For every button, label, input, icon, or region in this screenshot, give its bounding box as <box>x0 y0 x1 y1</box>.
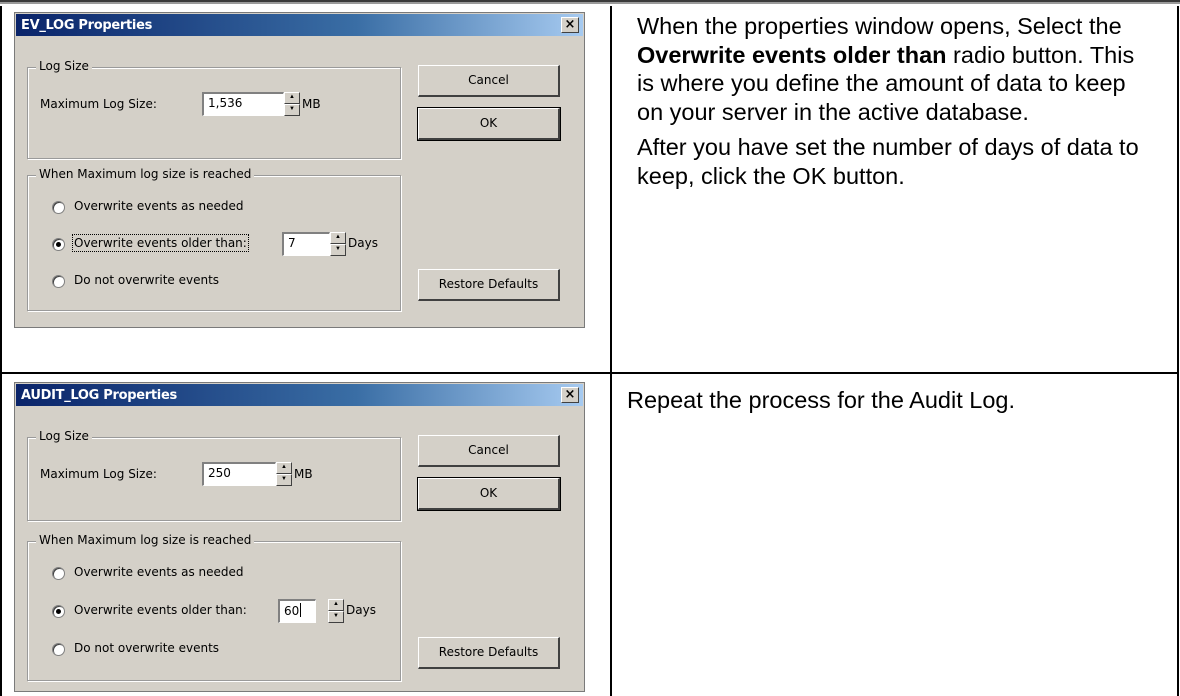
restore-defaults-button[interactable]: Restore Defaults <box>418 269 560 301</box>
max-log-size-spinner[interactable]: ▲ ▼ <box>284 92 300 116</box>
spin-up-icon[interactable]: ▲ <box>276 462 292 474</box>
overwrite-older-label[interactable]: Overwrite events older than: <box>72 234 249 252</box>
close-icon[interactable]: × <box>561 387 579 403</box>
days-unit-label: Days <box>348 236 378 250</box>
max-log-size-input[interactable]: 1,536 <box>202 92 284 116</box>
overwrite-as-needed-radio[interactable] <box>52 201 65 214</box>
when-max-reached-group: When Maximum log size is reached Overwri… <box>27 533 401 681</box>
ok-button[interactable]: OK <box>417 477 561 511</box>
dialog-title: AUDIT_LOG Properties <box>21 388 177 403</box>
instructions-step-1: When the properties window opens, Select… <box>637 12 1157 190</box>
dialog-titlebar: EV_LOG Properties × <box>16 14 583 36</box>
instruction-paragraph-2: After you have set the number of days of… <box>637 134 1139 189</box>
instruction-paragraph: When the properties window opens, Select… <box>637 12 1157 126</box>
overwrite-older-radio[interactable] <box>52 605 65 618</box>
do-not-overwrite-radio[interactable] <box>52 643 65 656</box>
cancel-button[interactable]: Cancel <box>418 435 560 467</box>
when-max-legend: When Maximum log size is reached <box>36 167 255 181</box>
spin-up-icon[interactable]: ▲ <box>328 599 344 611</box>
size-unit-label: MB <box>294 467 313 481</box>
overwrite-older-label[interactable]: Overwrite events older than: <box>74 603 247 617</box>
instruction-text: When the properties window opens, Select… <box>637 13 1122 39</box>
log-size-group: Log Size Maximum Log Size: 1,536 ▲ ▼ MB <box>27 59 401 159</box>
spin-down-icon[interactable]: ▼ <box>330 244 346 256</box>
when-max-legend: When Maximum log size is reached <box>36 533 255 547</box>
when-max-reached-group: When Maximum log size is reached Overwri… <box>27 167 401 311</box>
spin-down-icon[interactable]: ▼ <box>328 611 344 623</box>
max-log-size-spinner[interactable]: ▲ ▼ <box>276 462 292 486</box>
days-spinner[interactable]: ▲ ▼ <box>330 232 346 256</box>
overwrite-as-needed-radio[interactable] <box>52 567 65 580</box>
top-decoration-bar <box>0 0 1180 6</box>
ok-button[interactable]: OK <box>417 107 561 141</box>
instruction-bold-text: Overwrite events older than <box>637 41 947 68</box>
log-size-group: Log Size Maximum Log Size: 250 ▲ ▼ MB <box>27 429 401 521</box>
overwrite-older-radio[interactable] <box>52 238 65 251</box>
spin-down-icon[interactable]: ▼ <box>284 104 300 116</box>
days-unit-label: Days <box>346 603 376 617</box>
ev-log-properties-dialog: EV_LOG Properties × Log Size Maximum Log… <box>14 12 585 328</box>
spin-up-icon[interactable]: ▲ <box>330 232 346 244</box>
overwrite-as-needed-label[interactable]: Overwrite events as needed <box>74 565 244 579</box>
days-value: 60 <box>284 604 300 618</box>
max-log-size-input[interactable]: 250 <box>202 462 276 486</box>
table-row-divider <box>0 372 1179 374</box>
close-icon[interactable]: × <box>561 17 579 33</box>
dialog-title: EV_LOG Properties <box>21 18 153 33</box>
do-not-overwrite-radio[interactable] <box>52 275 65 288</box>
table-border-right <box>1177 6 1179 696</box>
overwrite-as-needed-label[interactable]: Overwrite events as needed <box>74 199 244 213</box>
table-border-left <box>0 6 2 696</box>
max-log-size-label: Maximum Log Size: <box>40 467 157 481</box>
size-unit-label: MB <box>302 97 321 111</box>
days-input[interactable]: 7 <box>282 232 330 256</box>
spin-up-icon[interactable]: ▲ <box>284 92 300 104</box>
max-log-size-label: Maximum Log Size: <box>40 97 157 111</box>
audit-log-properties-dialog: AUDIT_LOG Properties × Log Size Maximum … <box>14 382 585 692</box>
log-size-legend: Log Size <box>36 429 92 443</box>
days-spinner[interactable]: ▲ ▼ <box>328 599 344 623</box>
text-caret <box>300 603 302 617</box>
do-not-overwrite-label[interactable]: Do not overwrite events <box>74 273 219 287</box>
days-input[interactable]: 60 <box>278 599 316 623</box>
do-not-overwrite-label[interactable]: Do not overwrite events <box>74 641 219 655</box>
dialog-titlebar: AUDIT_LOG Properties × <box>16 384 583 406</box>
log-size-legend: Log Size <box>36 59 92 73</box>
restore-defaults-button[interactable]: Restore Defaults <box>418 637 560 669</box>
cancel-button[interactable]: Cancel <box>418 65 560 97</box>
spin-down-icon[interactable]: ▼ <box>276 474 292 486</box>
instructions-step-2: Repeat the process for the Audit Log. <box>627 387 1016 413</box>
table-border-middle <box>610 6 612 696</box>
